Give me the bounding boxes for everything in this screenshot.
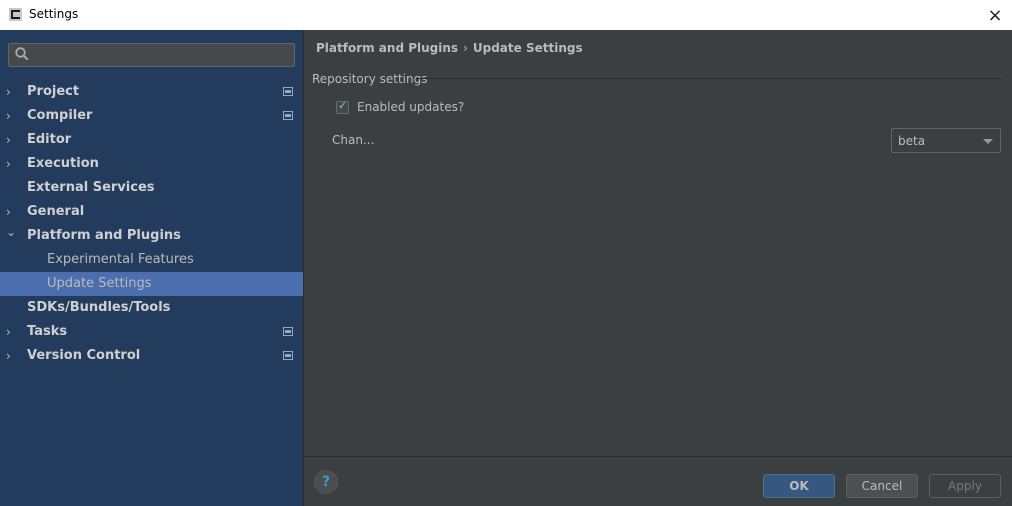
title-bar: Settings × <box>0 0 1012 30</box>
checkbox-box[interactable]: ✓ <box>336 98 349 114</box>
chevron-down-icon[interactable]: ⌄ <box>6 220 18 244</box>
sidebar-item-execution[interactable]: › Execution <box>0 152 303 176</box>
dropdown-arrow-icon <box>983 139 993 144</box>
window-title: Settings <box>29 7 79 21</box>
chevron-right-icon[interactable]: › <box>6 320 18 344</box>
apply-button[interactable]: Apply <box>929 474 1001 498</box>
sidebar-item-experimental-features[interactable]: Experimental Features <box>0 248 303 272</box>
settings-content: Platform and Plugins › Update Settings Rep… <box>304 30 1012 456</box>
channel-value: beta <box>898 134 926 148</box>
check-icon: ✓ <box>338 98 348 112</box>
search-icon <box>15 47 29 61</box>
breadcrumb-parent: Platform and Plugins <box>316 41 459 55</box>
sidebar-item-label: Project <box>27 84 80 99</box>
chevron-right-icon[interactable]: › <box>6 80 18 104</box>
project-level-icon <box>283 327 293 336</box>
sidebar-item-label: Editor <box>27 132 72 147</box>
channel-dropdown[interactable]: beta <box>891 128 1001 153</box>
dialog-footer: ? OK Cancel Apply <box>304 457 1012 506</box>
sidebar-item-sdks-bundles-tools[interactable]: SDKs/Bundles/Tools <box>0 296 303 320</box>
channel-label: Chan... <box>332 133 375 147</box>
close-icon[interactable]: × <box>978 0 1012 30</box>
sidebar-item-label: External Services <box>27 180 155 195</box>
project-level-icon <box>283 111 293 120</box>
sidebar-item-label: Execution <box>27 156 99 171</box>
sidebar-item-update-settings[interactable]: Update Settings <box>0 272 303 296</box>
sidebar-item-compiler[interactable]: › Compiler <box>0 104 303 128</box>
enabled-updates-checkbox[interactable]: ✓ Enabled updates? <box>336 99 464 115</box>
chevron-right-icon[interactable]: › <box>6 152 18 176</box>
project-level-icon <box>283 351 293 360</box>
sidebar-item-editor[interactable]: › Editor <box>0 128 303 152</box>
sidebar-item-general[interactable]: › General <box>0 200 303 224</box>
section-divider <box>416 78 1002 79</box>
sidebar-item-project[interactable]: › Project <box>0 80 303 104</box>
breadcrumb-current: Update Settings <box>472 41 583 55</box>
sidebar-item-label: Update Settings <box>47 276 152 291</box>
section-title: Repository settings <box>312 72 428 86</box>
cancel-button[interactable]: Cancel <box>846 474 918 498</box>
app-icon <box>9 8 22 21</box>
sidebar-item-label: General <box>27 204 85 219</box>
help-button[interactable]: ? <box>314 470 338 494</box>
breadcrumb-separator: › <box>463 41 468 55</box>
sidebar-item-label: Platform and Plugins <box>27 228 181 243</box>
settings-tree: › Project › Compiler › Editor › Executio… <box>0 80 303 368</box>
checkbox-label: Enabled updates? <box>357 100 465 114</box>
sidebar-item-label: Experimental Features <box>47 252 194 267</box>
sidebar: › Project › Compiler › Editor › Executio… <box>0 30 303 506</box>
sidebar-item-label: Version Control <box>27 348 141 363</box>
sidebar-item-label: SDKs/Bundles/Tools <box>27 300 171 315</box>
sidebar-item-label: Compiler <box>27 108 93 123</box>
sidebar-item-version-control[interactable]: › Version Control <box>0 344 303 368</box>
sidebar-item-tasks[interactable]: › Tasks <box>0 320 303 344</box>
breadcrumb: Platform and Plugins › Update Settings <box>316 41 583 55</box>
ok-button[interactable]: OK <box>763 474 835 498</box>
project-level-icon <box>283 87 293 96</box>
chevron-right-icon[interactable]: › <box>6 104 18 128</box>
sidebar-item-external-services[interactable]: External Services <box>0 176 303 200</box>
sidebar-item-platform-and-plugins[interactable]: ⌄ Platform and Plugins <box>0 224 303 248</box>
search-input[interactable] <box>8 43 295 67</box>
chevron-right-icon[interactable]: › <box>6 344 18 368</box>
sidebar-item-label: Tasks <box>27 324 68 339</box>
chevron-right-icon[interactable]: › <box>6 128 18 152</box>
